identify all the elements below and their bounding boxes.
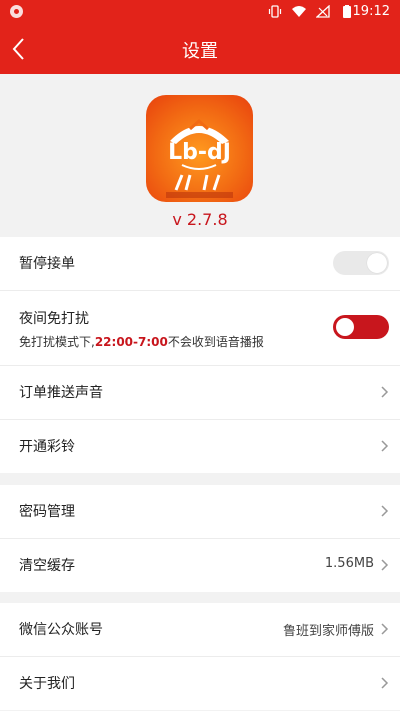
cache-size: 1.56MB	[324, 556, 374, 571]
ringback-label: 开通彩铃	[19, 439, 75, 455]
signal-icon	[316, 5, 330, 18]
settings-group-account: 密码管理 清空缓存 1.56MB	[0, 485, 400, 592]
about-label: 关于我们	[19, 676, 75, 692]
order-push-sound-label: 订单推送声音	[19, 385, 103, 401]
settings-group-notifications: 暂停接单 夜间免打扰 免打扰模式下,22:00-7:00不会收到语音播报 订单推…	[0, 237, 400, 473]
wifi-icon	[292, 6, 306, 17]
chevron-right-icon	[381, 505, 389, 517]
settings-group-info: 微信公众账号 鲁班到家师傅版 关于我们	[0, 603, 400, 710]
logo-graphic-icon: Lb-dJ	[166, 118, 233, 198]
clock: 19:12	[352, 4, 390, 19]
status-bar: 19:12	[0, 0, 400, 24]
vibrate-icon	[268, 5, 282, 18]
chevron-right-icon	[381, 440, 389, 452]
password-row[interactable]: 密码管理	[0, 485, 400, 539]
night-dnd-description: 免打扰模式下,22:00-7:00不会收到语音播报	[19, 335, 264, 349]
chevron-right-icon	[381, 677, 389, 689]
pause-orders-row: 暂停接单	[0, 237, 400, 291]
chevron-right-icon	[381, 386, 389, 398]
clear-cache-label: 清空缓存	[19, 558, 75, 574]
wechat-label: 微信公众账号	[19, 622, 103, 638]
night-dnd-row: 夜间免打扰 免打扰模式下,22:00-7:00不会收到语音播报	[0, 291, 400, 366]
night-dnd-toggle[interactable]	[333, 315, 389, 339]
app-version: v 2.7.8	[172, 210, 228, 229]
password-label: 密码管理	[19, 504, 75, 520]
chevron-right-icon	[381, 623, 389, 635]
clear-cache-row[interactable]: 清空缓存 1.56MB	[0, 539, 400, 592]
nav-bar: 设置	[0, 24, 400, 74]
notification-icon	[10, 5, 23, 18]
night-dnd-label: 夜间免打扰	[19, 311, 89, 327]
ringback-row[interactable]: 开通彩铃	[0, 420, 400, 473]
app-logo: Lb-dJ	[146, 95, 253, 202]
about-row[interactable]: 关于我们	[0, 657, 400, 710]
wechat-row[interactable]: 微信公众账号 鲁班到家师傅版	[0, 603, 400, 657]
chevron-right-icon	[381, 559, 389, 571]
page-title: 设置	[182, 41, 218, 62]
night-dnd-time: 22:00-7:00	[94, 335, 168, 349]
order-push-sound-row[interactable]: 订单推送声音	[0, 366, 400, 420]
app-header: Lb-dJ v 2.7.8	[0, 74, 400, 237]
svg-text:Lb-dJ: Lb-dJ	[168, 140, 231, 165]
wechat-account-name: 鲁班到家师傅版	[282, 624, 374, 639]
pause-orders-toggle[interactable]	[333, 251, 389, 275]
pause-orders-label: 暂停接单	[19, 256, 75, 272]
